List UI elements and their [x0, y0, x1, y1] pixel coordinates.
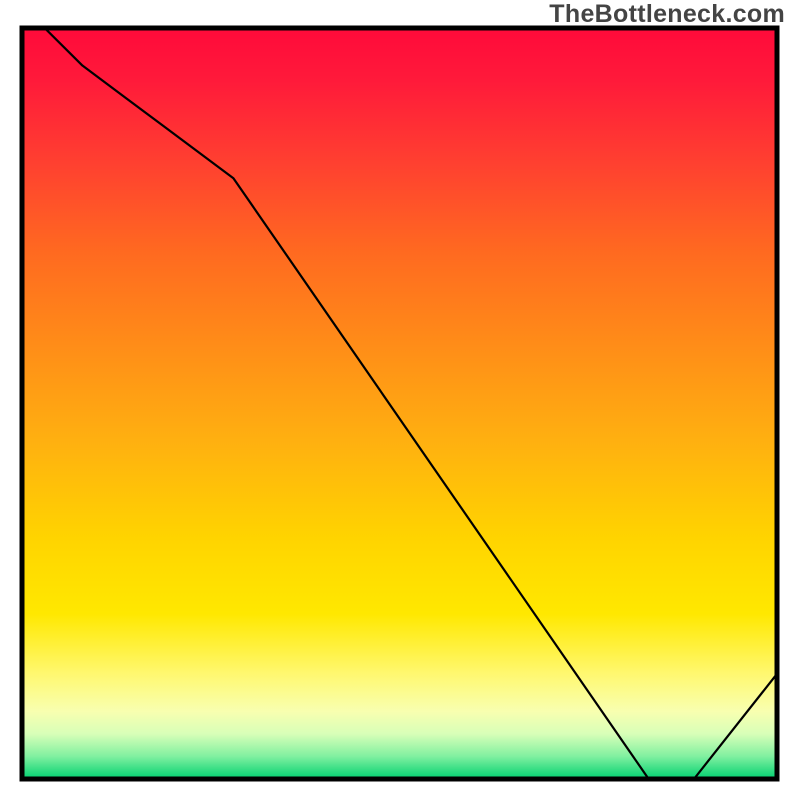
watermark-label: TheBottleneck.com	[549, 0, 785, 29]
gradient-background	[22, 28, 777, 779]
chart-container: TheBottleneck.com	[0, 0, 800, 800]
line-chart	[0, 0, 800, 800]
